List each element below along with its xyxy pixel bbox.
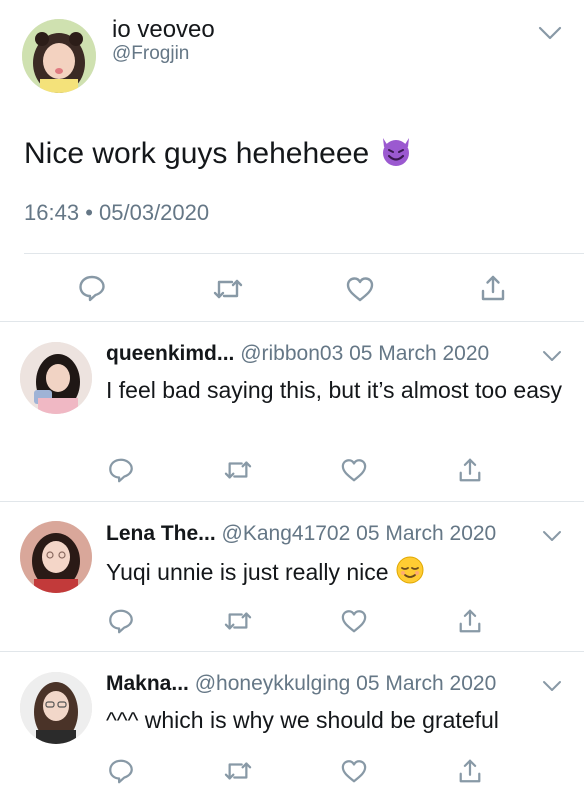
reply-icon — [109, 759, 133, 784]
reply-tweet[interactable]: queenkimd... @ribbon03 05 March 2020 I f… — [0, 321, 584, 502]
reply-tweet[interactable]: Makna... @honeykkulging 05 March 2020 ^^… — [0, 651, 584, 801]
reply-date: 05 March 2020 — [356, 672, 497, 695]
avatar[interactable] — [20, 521, 92, 593]
like-button[interactable] — [339, 757, 369, 785]
like-button[interactable] — [339, 607, 369, 635]
reply-button[interactable] — [76, 272, 108, 304]
relieved-face-emoji — [395, 555, 425, 593]
user-handle[interactable]: @Frogjin — [112, 43, 189, 65]
retweet-icon — [213, 279, 243, 299]
reply-tweet[interactable]: Lena The... @Kang41702 05 March 2020 Yuq… — [0, 501, 584, 652]
tweet-date: 05/03/2020 — [99, 200, 210, 225]
reply-handle[interactable]: @honeykkulging — [195, 672, 351, 695]
retweet-button[interactable] — [211, 274, 245, 304]
reply-handle[interactable]: @Kang41702 — [222, 522, 351, 545]
retweet-icon — [224, 762, 252, 780]
smiling-devil-emoji — [378, 135, 414, 175]
reply-text: I feel bad saying this, but it’s almost … — [106, 377, 562, 403]
reply-display-name[interactable]: Lena The... — [106, 522, 216, 545]
tweet-text-content: Nice work guys heheheee — [24, 136, 370, 170]
tweet-text: Nice work guys heheheee — [24, 135, 414, 175]
reply-header: Lena The... @Kang41702 05 March 2020 — [106, 522, 496, 546]
share-button[interactable] — [456, 606, 484, 636]
reply-display-name[interactable]: Makna... — [106, 672, 189, 695]
reply-text: Yuqi unnie is just really nice — [106, 555, 566, 593]
tweet-time: 16:43 — [24, 200, 80, 225]
reply-button[interactable] — [106, 606, 136, 636]
display-name[interactable]: io veoveo — [112, 16, 215, 44]
share-icon — [459, 759, 481, 783]
separator-dot: • — [85, 200, 93, 225]
reply-button[interactable] — [106, 455, 136, 485]
reply-icon — [109, 609, 133, 634]
main-tweet: io veoveo @Frogjin Nice work guys hehehe… — [0, 0, 584, 322]
reply-header: Makna... @honeykkulging 05 March 2020 — [106, 672, 496, 696]
reply-header: queenkimd... @ribbon03 05 March 2020 — [106, 342, 489, 366]
avatar[interactable] — [22, 19, 96, 93]
chevron-down-icon[interactable] — [537, 24, 563, 42]
reply-date: 05 March 2020 — [349, 342, 490, 365]
share-icon — [459, 609, 481, 633]
retweet-icon — [224, 612, 252, 630]
reply-date: 05 March 2020 — [356, 522, 497, 545]
divider — [24, 253, 584, 254]
retweet-button[interactable] — [222, 757, 254, 785]
like-button[interactable] — [339, 456, 369, 484]
reply-handle[interactable]: @ribbon03 — [240, 342, 343, 365]
reply-button[interactable] — [106, 756, 136, 786]
share-button[interactable] — [478, 272, 508, 304]
retweet-icon — [224, 461, 252, 479]
avatar[interactable] — [20, 342, 92, 414]
share-icon — [481, 275, 505, 301]
heart-icon — [341, 760, 367, 783]
heart-icon — [341, 459, 367, 482]
share-button[interactable] — [456, 756, 484, 786]
reply-text: ^^^ which is why we should be grateful — [106, 707, 499, 733]
chevron-down-icon[interactable] — [541, 528, 563, 544]
reply-display-name[interactable]: queenkimd... — [106, 342, 234, 365]
retweet-button[interactable] — [222, 456, 254, 484]
chevron-down-icon[interactable] — [541, 678, 563, 694]
retweet-button[interactable] — [222, 607, 254, 635]
heart-icon — [346, 277, 374, 302]
share-button[interactable] — [456, 455, 484, 485]
share-icon — [459, 458, 481, 482]
heart-icon — [341, 610, 367, 633]
chevron-down-icon[interactable] — [541, 348, 563, 364]
reply-icon — [109, 458, 133, 483]
timestamp: 16:43 • 05/03/2020 — [24, 200, 209, 226]
reply-text-content: Yuqi unnie is just really nice — [106, 559, 389, 586]
avatar[interactable] — [20, 672, 92, 744]
like-button[interactable] — [344, 274, 376, 304]
reply-icon — [79, 275, 105, 302]
